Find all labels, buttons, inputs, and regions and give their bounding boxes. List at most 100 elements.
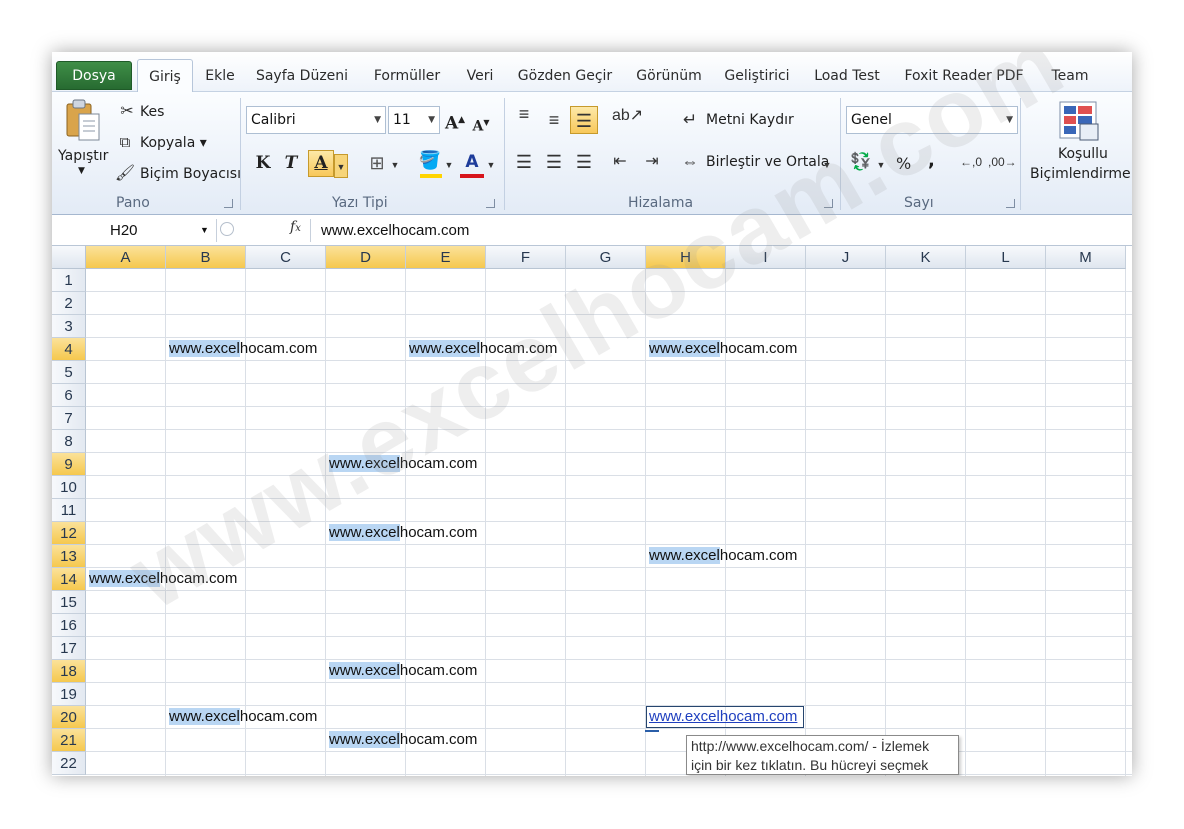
tab-page-layout[interactable]: Sayfa Düzeni [250, 63, 354, 89]
fill-color-icon[interactable]: 🪣 [418, 150, 442, 170]
align-center-icon[interactable]: ☰ [542, 152, 566, 172]
row-header-14[interactable]: 14 [52, 568, 86, 591]
hyperlink-cell[interactable]: www.excelhocam.com [646, 545, 797, 567]
column-header-c[interactable]: C [246, 246, 326, 269]
hyperlink-cell[interactable]: www.excelhocam.com [406, 338, 557, 360]
insert-function-icon[interactable]: fx [290, 219, 301, 235]
chevron-down-icon[interactable]: ▼ [876, 155, 886, 175]
row-header-21[interactable]: 21 [52, 729, 86, 752]
formula-cancel-icon[interactable] [220, 222, 234, 236]
chevron-down-icon[interactable]: ▼ [390, 155, 400, 175]
row-header-4[interactable]: 4 [52, 338, 86, 361]
currency-icon[interactable]: 💱 [848, 152, 874, 172]
row-header-22[interactable]: 22 [52, 752, 86, 775]
paste-dropdown-icon[interactable]: ▼ [78, 166, 85, 176]
decrease-indent-icon[interactable]: ⇤ [608, 152, 632, 172]
tab-foxit-reader-pdf[interactable]: Foxit Reader PDF [902, 63, 1026, 89]
hyperlink-cell[interactable]: www.excelhocam.com [326, 660, 477, 682]
column-header-a[interactable]: A [86, 246, 166, 269]
font-launcher-icon[interactable] [486, 199, 495, 208]
tab-formulas[interactable]: Formüller [368, 63, 446, 89]
row-header-8[interactable]: 8 [52, 430, 86, 453]
hyperlink-cell[interactable]: www.excelhocam.com [166, 338, 317, 360]
font-color-button[interactable]: A [460, 150, 484, 174]
column-header-g[interactable]: G [566, 246, 646, 269]
column-header-k[interactable]: K [886, 246, 966, 269]
row-header-6[interactable]: 6 [52, 384, 86, 407]
column-header-m[interactable]: M [1046, 246, 1126, 269]
align-bottom-icon[interactable]: ☰ [570, 106, 598, 134]
column-header-i[interactable]: I [726, 246, 806, 269]
hyperlink-cell[interactable]: www.excelhocam.com [326, 522, 477, 544]
row-header-2[interactable]: 2 [52, 292, 86, 315]
tab-load-test[interactable]: Load Test [810, 63, 884, 89]
comma-button[interactable]: , [928, 150, 935, 171]
row-header-19[interactable]: 19 [52, 683, 86, 706]
row-header-7[interactable]: 7 [52, 407, 86, 430]
worksheet-grid[interactable]: http://www.excelhocam.com/ - İzlemek içi… [52, 52, 1132, 776]
wrap-text-button[interactable]: Metni Kaydır [706, 112, 794, 128]
row-header-13[interactable]: 13 [52, 545, 86, 568]
tab-insert[interactable]: Ekle [197, 63, 243, 89]
row-header-15[interactable]: 15 [52, 591, 86, 614]
name-box[interactable]: H20 ▼ [52, 219, 217, 242]
chevron-down-icon[interactable]: ▼ [200, 219, 209, 242]
column-header-h[interactable]: H [646, 246, 726, 269]
increase-indent-icon[interactable]: ⇥ [640, 152, 664, 172]
underline-dropdown-icon[interactable]: ▼ [334, 154, 348, 178]
chevron-down-icon[interactable]: ▼ [822, 155, 832, 175]
row-header-10[interactable]: 10 [52, 476, 86, 499]
tab-data[interactable]: Veri [460, 63, 500, 89]
copy-button[interactable]: Kopyala ▾ [140, 135, 207, 151]
align-left-icon[interactable]: ☰ [512, 152, 536, 172]
row-header-17[interactable]: 17 [52, 637, 86, 660]
tab-team[interactable]: Team [1046, 63, 1094, 89]
align-top-icon[interactable]: ≡ [512, 104, 536, 124]
hyperlink-cell[interactable]: www.excelhocam.com [166, 706, 317, 728]
font-size-select[interactable]: 11 ▼ [388, 106, 440, 134]
paste-button[interactable]: Yapıştır ▼ [56, 98, 110, 182]
hyperlink-cell[interactable]: www.excelhocam.com [646, 338, 797, 360]
shrink-font-button[interactable]: A▼ [470, 110, 492, 135]
select-all-corner[interactable] [52, 246, 86, 269]
tab-file[interactable]: Dosya [56, 61, 132, 90]
number-format-select[interactable]: Genel ▼ [846, 106, 1018, 134]
alignment-launcher-icon[interactable] [824, 199, 833, 208]
merge-center-button[interactable]: Birleştir ve Ortala [706, 154, 829, 170]
italic-button[interactable]: T [280, 151, 302, 175]
row-header-9[interactable]: 9 [52, 453, 86, 476]
grow-font-button[interactable]: A▲ [444, 108, 466, 134]
bold-button[interactable]: K [252, 151, 274, 175]
column-header-f[interactable]: F [486, 246, 566, 269]
tab-developer[interactable]: Geliştirici [720, 63, 794, 89]
chevron-down-icon[interactable]: ▼ [444, 155, 454, 175]
hyperlink-cell[interactable]: www.excelhocam.com [86, 568, 237, 590]
align-right-icon[interactable]: ☰ [572, 152, 596, 172]
row-header-5[interactable]: 5 [52, 361, 86, 384]
row-header-20[interactable]: 20 [52, 706, 86, 729]
orientation-icon[interactable]: ab↗ [612, 106, 643, 126]
column-header-e[interactable]: E [406, 246, 486, 269]
row-header-11[interactable]: 11 [52, 499, 86, 522]
font-name-select[interactable]: Calibri ▼ [246, 106, 386, 134]
clipboard-launcher-icon[interactable] [224, 199, 233, 208]
cut-button[interactable]: Kes [140, 104, 164, 120]
align-middle-icon[interactable]: ≡ [542, 110, 566, 130]
format-painter-button[interactable]: Biçim Boyacısı [140, 166, 241, 182]
formula-input[interactable]: www.excelhocam.com [310, 219, 1130, 242]
active-hyperlink-cell[interactable]: www.excelhocam.com [646, 706, 804, 728]
chevron-down-icon[interactable]: ▼ [486, 155, 496, 175]
borders-icon[interactable]: ⊞ [364, 153, 390, 173]
hyperlink-cell[interactable]: www.excelhocam.com [326, 453, 477, 475]
row-header-18[interactable]: 18 [52, 660, 86, 683]
hyperlink-cell[interactable]: www.excelhocam.com [326, 729, 477, 751]
underline-button[interactable]: A [308, 150, 334, 177]
row-header-16[interactable]: 16 [52, 614, 86, 637]
tab-review[interactable]: Gözden Geçir [514, 63, 616, 89]
column-header-l[interactable]: L [966, 246, 1046, 269]
row-header-12[interactable]: 12 [52, 522, 86, 545]
column-header-b[interactable]: B [166, 246, 246, 269]
column-header-j[interactable]: J [806, 246, 886, 269]
number-launcher-icon[interactable] [1006, 199, 1015, 208]
tab-home[interactable]: Giriş [137, 59, 193, 93]
